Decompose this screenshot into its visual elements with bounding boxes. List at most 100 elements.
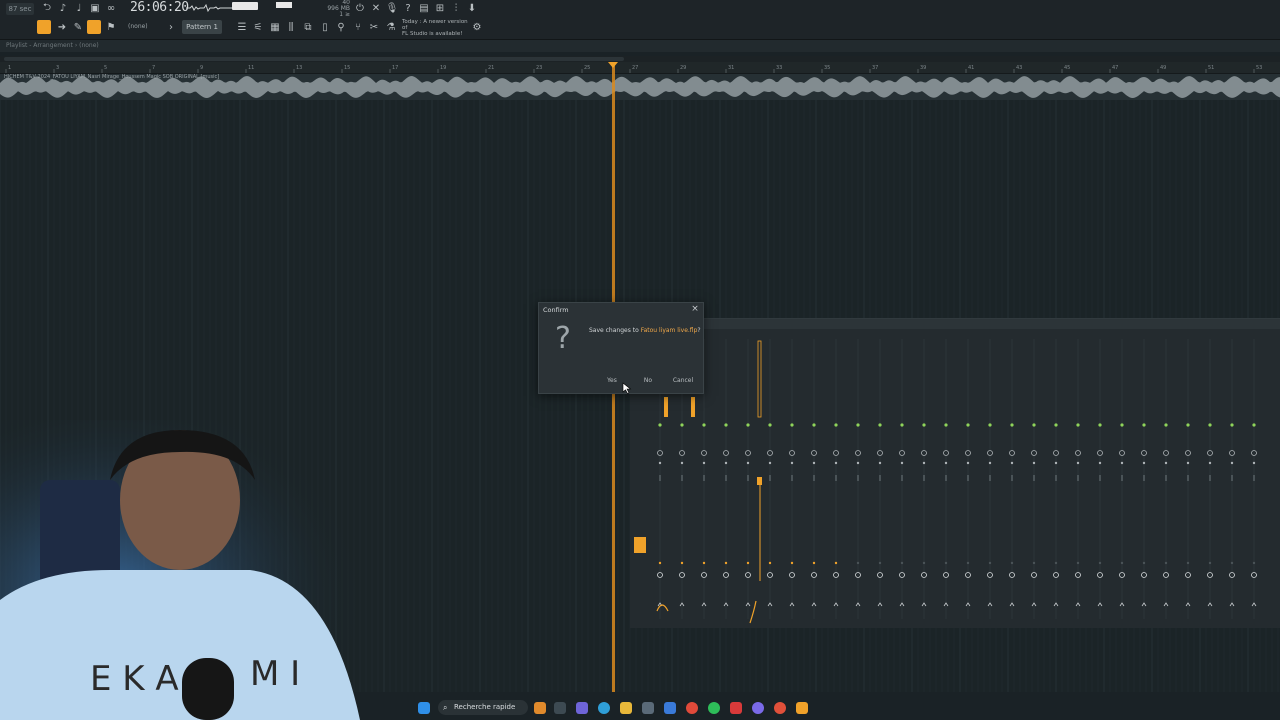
store-icon[interactable] — [642, 702, 654, 714]
stereo-knob — [746, 461, 750, 465]
channel-icon[interactable]: ▦ — [268, 20, 282, 34]
stamp-icon[interactable]: ⚑ — [104, 20, 118, 34]
windows-start-icon[interactable] — [418, 702, 430, 714]
undo-icon[interactable]: ⮌ — [40, 1, 54, 15]
ruler-label: 19 — [440, 65, 446, 71]
fader-slot — [923, 475, 925, 481]
spotify-icon[interactable] — [708, 702, 720, 714]
fader-slot — [769, 475, 771, 481]
send-led — [834, 561, 838, 565]
record-mode-icon[interactable]: ▣ — [88, 1, 102, 15]
ruler-label: 49 — [1160, 65, 1166, 71]
ruler-label: 17 — [392, 65, 398, 71]
playlist-icon[interactable]: ☰ — [235, 20, 249, 34]
no-button[interactable]: No — [641, 376, 655, 386]
ruler-label: 23 — [536, 65, 542, 71]
send-led — [1186, 561, 1190, 565]
mixer-led — [702, 423, 706, 427]
pattern-arrow-icon[interactable]: › — [164, 20, 178, 34]
ruler-label: 41 — [968, 65, 974, 71]
mixer-view-icon[interactable]: ⫼ — [284, 20, 298, 34]
tempo-icon[interactable]: ⚗ — [384, 20, 398, 34]
paint-tool-button[interactable] — [87, 20, 101, 34]
fader-slot — [1121, 475, 1123, 481]
pattern-selector[interactable]: Pattern 1 — [182, 20, 222, 34]
mixer-window[interactable] — [630, 318, 1280, 628]
fader-slot — [813, 475, 815, 481]
ruler-label: 53 — [1256, 65, 1262, 71]
mixer-led — [1032, 423, 1036, 427]
ruler-label: 27 — [632, 65, 638, 71]
metronome-icon[interactable]: ♩ — [72, 1, 86, 15]
cancel-button[interactable]: Cancel — [671, 376, 695, 386]
fork-icon[interactable]: ⑂ — [351, 20, 365, 34]
ruler-label: 25 — [584, 65, 590, 71]
svg-text:E K A: E K A — [90, 659, 179, 699]
send-led — [944, 561, 948, 565]
channel-rack-icon[interactable]: ⊞ — [433, 1, 447, 15]
discord-icon[interactable] — [752, 702, 764, 714]
stereo-knob — [856, 461, 860, 465]
dialog-message: Save changes to Fatou liyam live.flp? — [589, 327, 701, 334]
fl-studio-icon[interactable] — [796, 702, 808, 714]
chrome-alt-icon[interactable] — [774, 702, 786, 714]
help-icon[interactable]: ? — [401, 1, 415, 15]
mixer-led — [834, 423, 838, 427]
stereo-knob — [878, 461, 882, 465]
mixer-led — [724, 423, 728, 427]
news-panel[interactable]: Today : A newer version of FL Studio is … — [402, 19, 472, 37]
master-waveform — [186, 3, 232, 13]
snap-selector[interactable]: (none) — [128, 23, 148, 30]
timeline-ruler[interactable]: 1 3 5 7 9 11 13 15 17 19 21 23 25 27 29 31 33 35 37 39 41 43 4… — [0, 62, 1280, 74]
taskbar-search[interactable]: ⌕ Recherche rapide — [438, 700, 528, 715]
snap-button[interactable] — [37, 20, 51, 34]
news-settings-icon[interactable]: ⚙ — [470, 20, 484, 34]
ruler-label: 51 — [1208, 65, 1214, 71]
mixer-channels[interactable] — [630, 319, 1280, 629]
send-led — [1208, 561, 1212, 565]
teams-icon[interactable] — [576, 702, 588, 714]
stereo-knob — [790, 461, 794, 465]
piano-icon[interactable]: ⚟ — [251, 20, 265, 34]
loop-icon[interactable]: ∞ — [104, 1, 118, 15]
dialog-close-button[interactable]: × — [690, 304, 700, 314]
send-led — [702, 561, 706, 565]
typing-keyboard-icon[interactable]: ♪ — [56, 1, 70, 15]
power-icon[interactable]: ⏻ — [353, 1, 367, 15]
ruler-label: 21 — [488, 65, 494, 71]
piano-roll-icon[interactable]: ▤ — [417, 1, 431, 15]
send-led — [724, 561, 728, 565]
yes-button[interactable]: Yes — [605, 376, 619, 386]
mic-icon[interactable]: 🎙 — [385, 1, 399, 15]
widgets-icon[interactable] — [534, 702, 546, 714]
play-arrow-icon[interactable]: ➜ — [55, 20, 69, 34]
mixer-led — [658, 423, 662, 427]
plugin-icon[interactable]: ⧉ — [301, 20, 315, 34]
mixer-led — [878, 423, 882, 427]
mixer-led — [988, 423, 992, 427]
plug-icon[interactable]: ⚲ — [334, 20, 348, 34]
stereo-knob — [680, 461, 684, 465]
mixer-header-bar — [702, 319, 1280, 329]
stereo-knob — [1032, 461, 1036, 465]
fader-slot — [1077, 475, 1079, 481]
draw-tool-icon[interactable]: ✎ — [71, 20, 85, 34]
cpu-meter: 87 sec — [6, 3, 34, 15]
close-icon[interactable]: ✕ — [369, 1, 383, 15]
mail-icon[interactable] — [664, 702, 676, 714]
windows-taskbar: ⌕ Recherche rapide — [410, 698, 840, 718]
send-led — [900, 561, 904, 565]
cut-icon[interactable]: ✂ — [367, 20, 381, 34]
task-view-icon[interactable] — [554, 702, 566, 714]
send-led — [1142, 561, 1146, 565]
file-icon[interactable]: ▯ — [318, 20, 332, 34]
playhead-marker[interactable] — [608, 62, 618, 68]
song-time-display: 26:06:20 — [130, 0, 189, 15]
chrome-icon[interactable] — [686, 702, 698, 714]
edge-icon[interactable] — [598, 702, 610, 714]
send-led — [1164, 561, 1168, 565]
mixer-icon[interactable]: ⫶ — [449, 1, 463, 15]
winrar-icon[interactable] — [730, 702, 742, 714]
file-explorer-icon[interactable] — [620, 702, 632, 714]
browser-icon[interactable]: ⬇ — [465, 1, 479, 15]
